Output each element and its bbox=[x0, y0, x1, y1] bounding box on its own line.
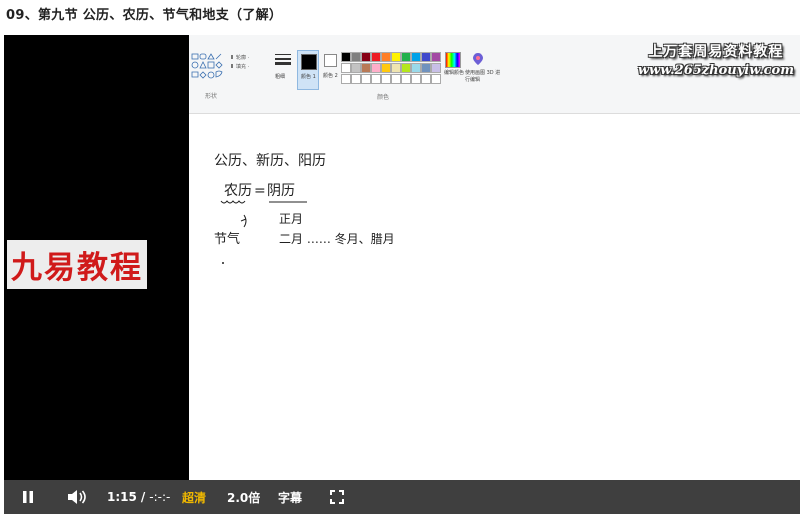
paint3d-icon bbox=[473, 53, 483, 65]
palette-swatch[interactable] bbox=[421, 63, 431, 73]
color1-button[interactable]: 颜色 1 bbox=[297, 50, 319, 90]
svg-text:轮廓 ·: 轮廓 · bbox=[236, 54, 250, 61]
palette-swatch[interactable] bbox=[391, 63, 401, 73]
video-controls-bar: 1:15 / -:-:- 超清 2.0倍 字幕 bbox=[4, 480, 800, 514]
palette-swatch[interactable] bbox=[381, 52, 391, 62]
palette-swatch[interactable] bbox=[431, 74, 441, 84]
palette-swatch[interactable] bbox=[371, 63, 381, 73]
palette-swatch[interactable] bbox=[351, 63, 361, 73]
color2-label: 颜色 2 bbox=[323, 73, 338, 79]
drawing-canvas[interactable]: 公历、新历、阳历 农历 = 阴历 正月 节气 二月 …… 冬月、腊月 bbox=[189, 115, 800, 480]
video-left-black-area: 九易教程 bbox=[4, 35, 189, 480]
handwriting-line1: 公历、新历、阳历 bbox=[214, 153, 326, 169]
speed-button[interactable]: 2.0倍 bbox=[227, 480, 260, 514]
palette-swatch[interactable] bbox=[341, 74, 351, 84]
color-palette bbox=[341, 52, 441, 84]
edit-colors-button[interactable] bbox=[445, 52, 461, 68]
color2-button[interactable]: 颜色 2 bbox=[322, 50, 340, 88]
stroke-size-label: 粗细 bbox=[275, 74, 286, 80]
palette-swatch[interactable] bbox=[361, 52, 371, 62]
color2-swatch bbox=[324, 54, 337, 67]
palette-swatch[interactable] bbox=[391, 52, 401, 62]
handwriting-layer: 公历、新历、阳历 农历 = 阴历 正月 节气 二月 …… 冬月、腊月 bbox=[214, 153, 395, 264]
palette-swatch[interactable] bbox=[371, 52, 381, 62]
palette-swatch[interactable] bbox=[411, 52, 421, 62]
color1-label: 颜色 1 bbox=[301, 74, 316, 80]
palette-swatch[interactable] bbox=[341, 63, 351, 73]
palette-swatch[interactable] bbox=[351, 74, 361, 84]
pause-icon bbox=[23, 491, 33, 503]
palette-swatch[interactable] bbox=[351, 52, 361, 62]
handwriting-line2-right: 阴历 bbox=[267, 183, 295, 199]
shapes-group-label: 形状 bbox=[205, 93, 218, 100]
shapes-gallery: 轮廓 · 填充 · 形状 bbox=[191, 53, 266, 100]
paint3d-label: 使用画图 3D 进行编辑 bbox=[465, 70, 501, 83]
palette-swatch[interactable] bbox=[391, 74, 401, 84]
handwriting-line4-right: 二月 …… 冬月、腊月 bbox=[279, 231, 395, 246]
page-title: 09、第九节 公历、农历、节气和地支（了解） bbox=[6, 8, 283, 23]
palette-swatch[interactable] bbox=[431, 52, 441, 62]
palette-swatch[interactable] bbox=[361, 63, 371, 73]
subtitles-button[interactable]: 字幕 bbox=[278, 480, 302, 514]
svg-text:填充 ·: 填充 · bbox=[236, 63, 250, 70]
palette-swatch[interactable] bbox=[361, 74, 371, 84]
handwriting-dot bbox=[222, 262, 224, 264]
time-current: 1:15 bbox=[107, 490, 137, 504]
time-separator: / bbox=[140, 490, 146, 504]
handwriting-line2-left: 农历 bbox=[224, 183, 252, 199]
handwriting-line3: 正月 bbox=[279, 212, 303, 226]
fullscreen-icon bbox=[330, 490, 344, 504]
hand-arrow bbox=[240, 214, 247, 228]
palette-swatch[interactable] bbox=[401, 52, 411, 62]
palette-swatch[interactable] bbox=[421, 52, 431, 62]
watermark-top-line1: 上万套周易资料教程 bbox=[648, 44, 784, 60]
palette-swatch[interactable] bbox=[431, 63, 441, 73]
watermark-top-right: 上万套周易资料教程 www.265zhouyiw.com bbox=[638, 41, 794, 78]
shapes-icon: 轮廓 · 填充 · bbox=[191, 53, 250, 79]
edit-colors-label: 编辑颜色 bbox=[444, 70, 465, 76]
colors-group-label: 颜色 bbox=[377, 94, 390, 101]
palette-swatch[interactable] bbox=[371, 74, 381, 84]
video-player[interactable]: 九易教程 轮廓 · 填充 · 形状 粗细 颜色 1 颜色 2 颜色 编辑颜色 使… bbox=[4, 35, 800, 514]
handwriting-equals: = bbox=[254, 183, 266, 199]
watermark-left-logo: 九易教程 bbox=[7, 240, 147, 289]
palette-swatch[interactable] bbox=[381, 63, 391, 73]
fullscreen-button[interactable] bbox=[330, 480, 344, 514]
pause-button[interactable] bbox=[21, 480, 35, 514]
palette-swatch[interactable] bbox=[411, 74, 421, 84]
palette-swatch[interactable] bbox=[381, 74, 391, 84]
paint3d-button[interactable] bbox=[472, 51, 484, 65]
palette-swatch[interactable] bbox=[411, 63, 421, 73]
stroke-size-button[interactable]: 粗细 bbox=[274, 51, 292, 91]
stroke-size-icon bbox=[275, 54, 291, 65]
time-display: 1:15 / -:-:- bbox=[107, 480, 170, 514]
volume-button[interactable] bbox=[67, 480, 87, 514]
color1-swatch bbox=[301, 54, 317, 70]
quality-button[interactable]: 超清 bbox=[182, 480, 206, 514]
palette-swatch[interactable] bbox=[401, 63, 411, 73]
palette-swatch[interactable] bbox=[341, 52, 351, 62]
paint-ribbon: 轮廓 · 填充 · 形状 粗细 颜色 1 颜色 2 颜色 编辑颜色 使用画图 3… bbox=[189, 35, 800, 114]
time-total: -:-:- bbox=[149, 490, 171, 504]
video-frame-paint-app: 轮廓 · 填充 · 形状 粗细 颜色 1 颜色 2 颜色 编辑颜色 使用画图 3… bbox=[189, 35, 800, 480]
watermark-top-line2: www.265zhouyiw.com bbox=[637, 63, 794, 78]
speaker-icon bbox=[68, 490, 86, 504]
palette-swatch[interactable] bbox=[401, 74, 411, 84]
handwriting-line4-left: 节气 bbox=[214, 231, 240, 247]
wavy-underline bbox=[220, 200, 246, 204]
palette-swatch[interactable] bbox=[421, 74, 431, 84]
